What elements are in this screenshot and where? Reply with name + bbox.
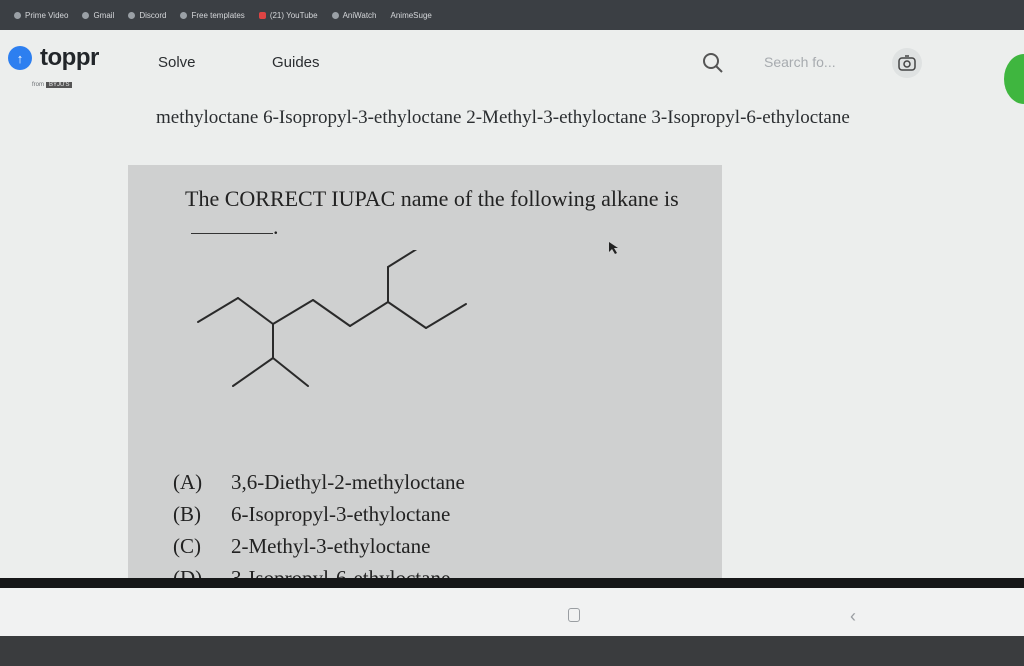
top-nav: ↑ toppr from BYJU'S Solve Guides Search f… bbox=[0, 30, 1024, 104]
bond bbox=[387, 250, 418, 268]
bookmark-label: Discord bbox=[139, 10, 167, 20]
option-text: 6-Isopropyl-3-ethyloctane bbox=[231, 502, 451, 526]
bookmark-prime-video[interactable]: Prime Video bbox=[14, 11, 68, 20]
device-frame bbox=[0, 636, 1024, 666]
toppr-logo-icon: ↑ bbox=[8, 46, 32, 70]
bookmark-label: (21) YouTube bbox=[269, 10, 318, 20]
bookmark-icon bbox=[331, 11, 339, 19]
bond bbox=[272, 357, 309, 387]
bond bbox=[237, 297, 274, 325]
bookmark-free-templates[interactable]: Free templates bbox=[180, 10, 245, 20]
logo-sub-from: from bbox=[32, 82, 44, 88]
question-text: The CORRECT IUPAC name of the following … bbox=[185, 185, 685, 241]
bookmark-label: Gmail bbox=[93, 10, 115, 20]
bookmark-icon bbox=[128, 11, 136, 19]
option-label: (A) bbox=[173, 470, 203, 494]
bookmark-label: AniWatch bbox=[342, 10, 377, 20]
screen-bezel bbox=[0, 578, 1024, 588]
bond bbox=[387, 301, 427, 329]
device-nav-bar: ‹ bbox=[0, 588, 1024, 636]
bond bbox=[197, 297, 239, 323]
question-text-end: . bbox=[273, 214, 279, 239]
option-label: (B) bbox=[173, 502, 201, 526]
question-image: The CORRECT IUPAC name of the following … bbox=[128, 165, 722, 590]
bookmark-label: Prime Video bbox=[25, 10, 69, 20]
bond bbox=[312, 299, 351, 327]
page: ↑ toppr from BYJU'S Solve Guides Search f… bbox=[0, 30, 1024, 590]
camera-search-button[interactable] bbox=[892, 48, 922, 78]
toppr-logo[interactable]: ↑ toppr bbox=[8, 44, 99, 72]
youtube-icon bbox=[258, 11, 266, 19]
logo-text: toppr bbox=[40, 44, 99, 71]
answer-blank bbox=[191, 217, 273, 234]
bond bbox=[425, 303, 467, 329]
search-input[interactable]: Search fo... bbox=[764, 54, 836, 70]
option-text: 2-Methyl-3-ethyloctane bbox=[231, 534, 431, 558]
bookmark-aniwatch[interactable]: AniWatch bbox=[331, 10, 377, 20]
bookmark-icon bbox=[180, 11, 188, 19]
bond bbox=[349, 301, 389, 327]
bond bbox=[232, 357, 274, 387]
back-chevron-icon[interactable]: ‹ bbox=[850, 606, 856, 627]
bookmarks-bar: Prime Video Gmail Discord Free templates… bbox=[0, 0, 1024, 30]
logo-sub-brand: BYJU'S bbox=[46, 82, 73, 88]
camera-icon bbox=[898, 55, 916, 71]
option-c[interactable]: (C) 2-Methyl-3-ethyloctane bbox=[173, 534, 430, 559]
option-a[interactable]: (A) 3,6-Diethyl-2-methyloctane bbox=[173, 470, 465, 495]
bookmark-discord[interactable]: Discord bbox=[128, 11, 166, 20]
question-text-start: The CORRECT IUPAC name of the following … bbox=[185, 186, 679, 211]
bookmark-icon bbox=[82, 11, 90, 19]
option-b[interactable]: (B) 6-Isopropyl-3-ethyloctane bbox=[173, 502, 450, 527]
nav-solve[interactable]: Solve bbox=[158, 54, 196, 71]
nav-guides[interactable]: Guides bbox=[272, 54, 320, 71]
bookmark-icon bbox=[14, 11, 21, 19]
question-options-text: methyloctane 6-Isopropyl-3-ethyloctane 2… bbox=[156, 107, 850, 128]
search-icon[interactable] bbox=[702, 52, 724, 74]
bookmark-youtube[interactable]: (21) YouTube bbox=[258, 10, 318, 20]
bond bbox=[272, 299, 314, 325]
option-text: 3,6-Diethyl-2-methyloctane bbox=[231, 470, 465, 494]
option-label: (C) bbox=[173, 534, 201, 558]
mouse-cursor-icon bbox=[609, 242, 618, 254]
bookmark-gmail[interactable]: Gmail bbox=[82, 11, 114, 20]
bookmark-label: Free templates bbox=[191, 10, 245, 20]
bookmark-label: AnimeSuge bbox=[390, 10, 432, 20]
profile-avatar[interactable] bbox=[1004, 54, 1024, 104]
logo-subtitle: from BYJU'S bbox=[32, 82, 73, 88]
home-button-icon[interactable] bbox=[568, 608, 580, 622]
alkane-structure-diagram bbox=[197, 250, 467, 387]
bookmark-animesuge[interactable]: AnimeSuge bbox=[391, 11, 432, 20]
